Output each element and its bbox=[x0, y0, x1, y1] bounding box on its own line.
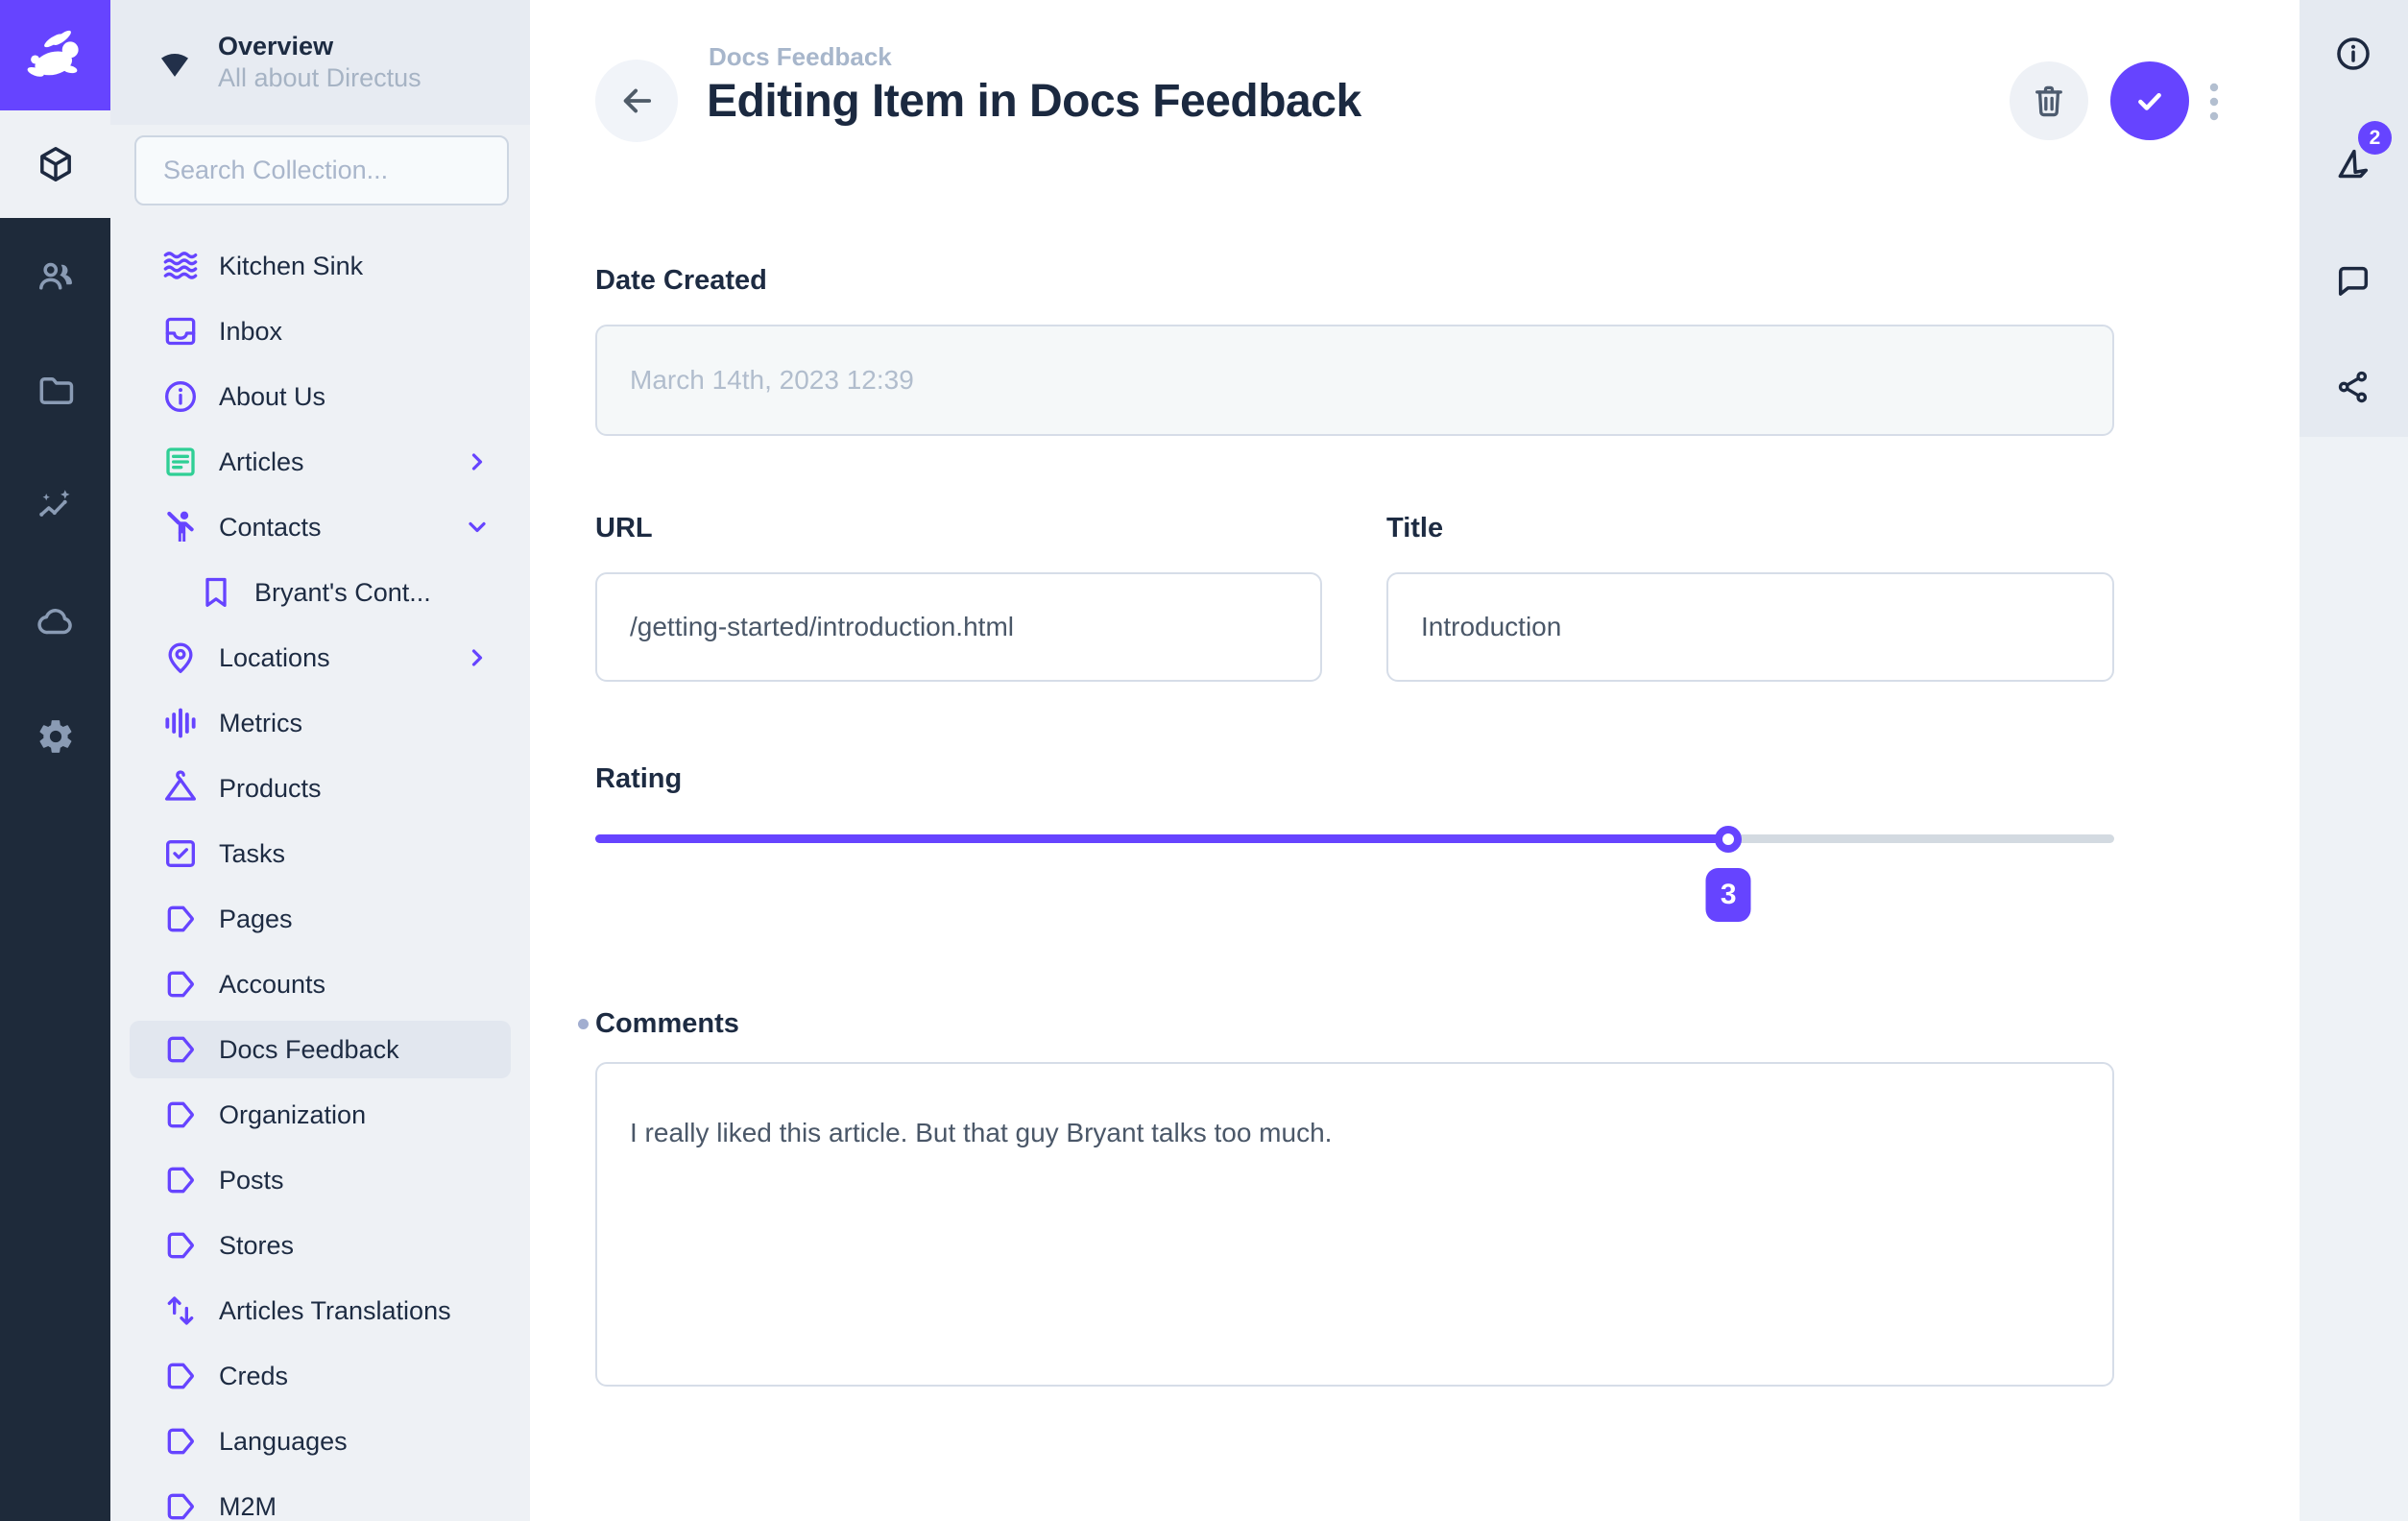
swap-vert-icon bbox=[161, 1292, 200, 1330]
trash-icon bbox=[2029, 81, 2069, 121]
chevron-down-icon bbox=[463, 513, 492, 542]
sidebar-item-contacts[interactable]: Contacts bbox=[110, 495, 530, 560]
page-title: Editing Item in Docs Feedback bbox=[707, 75, 1361, 128]
sidebar-item-tasks[interactable]: Tasks bbox=[110, 821, 530, 886]
sidebar-item-about-us[interactable]: About Us bbox=[110, 364, 530, 429]
gear-icon bbox=[36, 716, 76, 757]
sidebar-item-pages[interactable]: Pages bbox=[110, 886, 530, 952]
sidebar-item-organization[interactable]: Organization bbox=[110, 1082, 530, 1147]
sidebar-item-locations[interactable]: Locations bbox=[110, 625, 530, 690]
task-icon bbox=[161, 834, 200, 873]
title-label: Title bbox=[1386, 513, 1443, 544]
module-bar bbox=[0, 0, 110, 1521]
signal-icon bbox=[155, 42, 195, 83]
sidebar-item-products[interactable]: Products bbox=[110, 756, 530, 821]
module-settings[interactable] bbox=[0, 679, 110, 794]
label-icon bbox=[161, 1030, 200, 1069]
sidebar-item-accounts[interactable]: Accounts bbox=[110, 952, 530, 1017]
arrow-left-icon bbox=[616, 81, 657, 121]
inbox-icon bbox=[161, 312, 200, 350]
module-cloud[interactable] bbox=[0, 564, 110, 679]
label-icon bbox=[161, 1096, 200, 1134]
share-button[interactable] bbox=[2333, 367, 2373, 407]
rating-slider: 3 bbox=[595, 807, 2114, 931]
article-icon bbox=[161, 443, 200, 481]
label-icon bbox=[161, 1226, 200, 1265]
delete-button[interactable] bbox=[2010, 61, 2088, 140]
waves-icon bbox=[161, 247, 200, 285]
module-files[interactable] bbox=[0, 333, 110, 448]
sidebar-item-creds[interactable]: Creds bbox=[110, 1343, 530, 1409]
info-icon bbox=[2333, 34, 2373, 74]
rating-value-badge: 3 bbox=[1706, 868, 1751, 922]
main-content: Docs Feedback Editing Item in Docs Feedb… bbox=[530, 0, 2300, 1521]
project-header[interactable]: Overview All about Directus bbox=[110, 0, 530, 125]
kebab-icon bbox=[2206, 81, 2222, 123]
collections-sidebar: Overview All about Directus Kitchen Sink… bbox=[110, 0, 530, 1521]
directus-app: Overview All about Directus Kitchen Sink… bbox=[0, 0, 2408, 1521]
url-label: URL bbox=[595, 513, 653, 544]
rating-slider-fill bbox=[595, 834, 1728, 843]
map-pin-icon bbox=[161, 639, 200, 677]
context-menu-button[interactable] bbox=[2204, 81, 2224, 123]
comments-label: Comments bbox=[595, 1008, 739, 1040]
bookmark-icon bbox=[197, 573, 235, 612]
comments-dock-button[interactable] bbox=[2333, 260, 2373, 301]
directus-logo[interactable] bbox=[0, 0, 110, 110]
people-icon bbox=[36, 255, 76, 296]
hanger-icon bbox=[161, 769, 200, 808]
rating-label: Rating bbox=[595, 763, 682, 795]
date-created-label: Date Created bbox=[595, 265, 767, 297]
label-icon bbox=[161, 900, 200, 938]
box-icon bbox=[36, 144, 76, 184]
sidebar-item-posts[interactable]: Posts bbox=[110, 1147, 530, 1213]
save-button[interactable] bbox=[2110, 61, 2189, 140]
url-input[interactable] bbox=[595, 572, 1322, 682]
sidebar-item-docs-feedback[interactable]: Docs Feedback bbox=[130, 1021, 511, 1078]
folder-icon bbox=[36, 371, 76, 411]
comments-textarea[interactable]: I really liked this article. But that gu… bbox=[595, 1062, 2114, 1387]
sidebar-item-stores[interactable]: Stores bbox=[110, 1213, 530, 1278]
sidebar-item-kitchen-sink[interactable]: Kitchen Sink bbox=[110, 233, 530, 299]
back-button[interactable] bbox=[595, 60, 678, 142]
project-subtitle: All about Directus bbox=[218, 62, 421, 94]
info-icon bbox=[161, 377, 200, 416]
sidebar-item-metrics[interactable]: Metrics bbox=[110, 690, 530, 756]
person-icon bbox=[161, 508, 200, 546]
label-icon bbox=[161, 1422, 200, 1461]
module-collections[interactable] bbox=[0, 110, 110, 218]
sidebar-item-m2m[interactable]: M2M bbox=[110, 1474, 530, 1521]
share-icon bbox=[2333, 367, 2373, 407]
date-created-input[interactable] bbox=[595, 325, 2114, 436]
cloud-icon bbox=[36, 601, 76, 641]
notification-count-badge: 2 bbox=[2358, 121, 2392, 155]
sidebar-item-articles[interactable]: Articles bbox=[110, 429, 530, 495]
comment-icon bbox=[2333, 260, 2373, 301]
module-insights[interactable] bbox=[0, 448, 110, 564]
sidebar-item-bryant-s-cont[interactable]: Bryant's Cont... bbox=[110, 560, 530, 625]
equalizer-icon bbox=[161, 704, 200, 742]
chevron-right-icon bbox=[463, 643, 492, 672]
rating-slider-thumb[interactable] bbox=[1715, 826, 1742, 853]
label-icon bbox=[161, 1487, 200, 1521]
check-icon bbox=[2130, 81, 2170, 121]
label-icon bbox=[161, 1357, 200, 1395]
edited-indicator-dot bbox=[578, 1019, 589, 1029]
project-title: Overview bbox=[218, 31, 421, 62]
right-sidebar-rail: 2 bbox=[2300, 0, 2408, 1521]
insights-icon bbox=[36, 486, 76, 526]
sidebar-item-languages[interactable]: Languages bbox=[110, 1409, 530, 1474]
chevron-right-icon bbox=[463, 447, 492, 476]
search-collection-input[interactable] bbox=[134, 135, 509, 205]
breadcrumb[interactable]: Docs Feedback bbox=[709, 42, 892, 72]
sidebar-item-articles-translations[interactable]: Articles Translations bbox=[110, 1278, 530, 1343]
label-icon bbox=[161, 965, 200, 1003]
label-icon bbox=[161, 1161, 200, 1199]
module-users[interactable] bbox=[0, 218, 110, 333]
sidebar-item-inbox[interactable]: Inbox bbox=[110, 299, 530, 364]
title-input[interactable] bbox=[1386, 572, 2114, 682]
rabbit-logo-icon bbox=[21, 21, 90, 90]
rating-slider-track[interactable] bbox=[595, 834, 2114, 843]
info-button[interactable] bbox=[2333, 34, 2373, 74]
